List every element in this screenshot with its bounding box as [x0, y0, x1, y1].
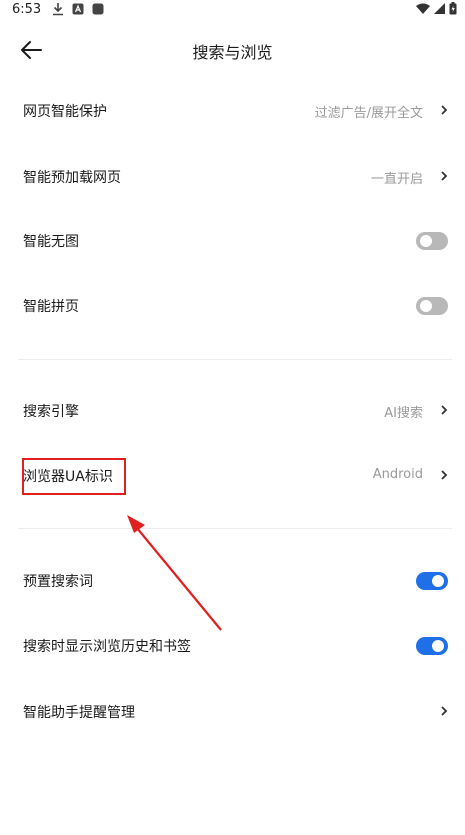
show-history-toggle[interactable] [416, 637, 448, 655]
chevron-right-icon [441, 105, 448, 115]
row-show-history: 搜索时显示浏览历史和书签 [0, 621, 465, 671]
row-page-merge: 智能拼页 [0, 281, 465, 331]
download-icon [53, 3, 63, 16]
row-value: 一直开启 [370, 172, 423, 187]
row-label: 搜索时显示浏览历史和书签 [23, 639, 191, 655]
title-bar: 搜索与浏览 [0, 28, 465, 72]
row-value: Android [372, 467, 423, 482]
row-label: 智能助手提醒管理 [23, 705, 135, 721]
square-icon [92, 3, 104, 15]
toggle-knob [432, 640, 444, 652]
row-label: 智能无图 [23, 234, 79, 250]
annotation-highlight-box [22, 458, 126, 495]
wifi-icon [416, 3, 430, 14]
chevron-right-icon [441, 706, 448, 716]
no-images-toggle[interactable] [416, 232, 448, 250]
status-time: 6:53 [12, 2, 42, 17]
row-label: 搜索引擎 [23, 404, 79, 420]
toggle-knob [420, 300, 432, 312]
a-badge-icon [72, 3, 84, 15]
row-no-images: 智能无图 [0, 216, 465, 266]
row-label: 智能预加载网页 [23, 170, 121, 186]
section-divider [18, 359, 452, 360]
chevron-right-icon [441, 470, 448, 480]
page-title: 搜索与浏览 [192, 43, 273, 62]
row-value: 过滤广告/展开全文 [314, 106, 423, 121]
row-preload[interactable]: 智能预加载网页 一直开启 [0, 152, 465, 202]
row-search-engine[interactable]: 搜索引擎 AI搜索 [0, 386, 465, 436]
row-label: 智能拼页 [23, 299, 79, 315]
row-label: 预置搜索词 [23, 574, 93, 590]
toggle-knob [432, 575, 444, 587]
row-value: AI搜索 [384, 406, 423, 421]
battery-icon [449, 2, 457, 15]
chevron-right-icon [441, 171, 448, 181]
preset-search-toggle[interactable] [416, 572, 448, 590]
status-bar: 6:53 [0, 0, 465, 22]
page-merge-toggle[interactable] [416, 297, 448, 315]
signal-icon [434, 2, 445, 14]
row-web-protection[interactable]: 网页智能保护 过滤广告/展开全文 [0, 86, 465, 136]
row-label: 网页智能保护 [23, 104, 107, 120]
toggle-knob [420, 235, 432, 247]
row-assistant-reminder[interactable]: 智能助手提醒管理 [0, 687, 465, 737]
row-preset-search: 预置搜索词 [0, 556, 465, 606]
chevron-right-icon [441, 405, 448, 415]
section-divider [18, 528, 452, 529]
